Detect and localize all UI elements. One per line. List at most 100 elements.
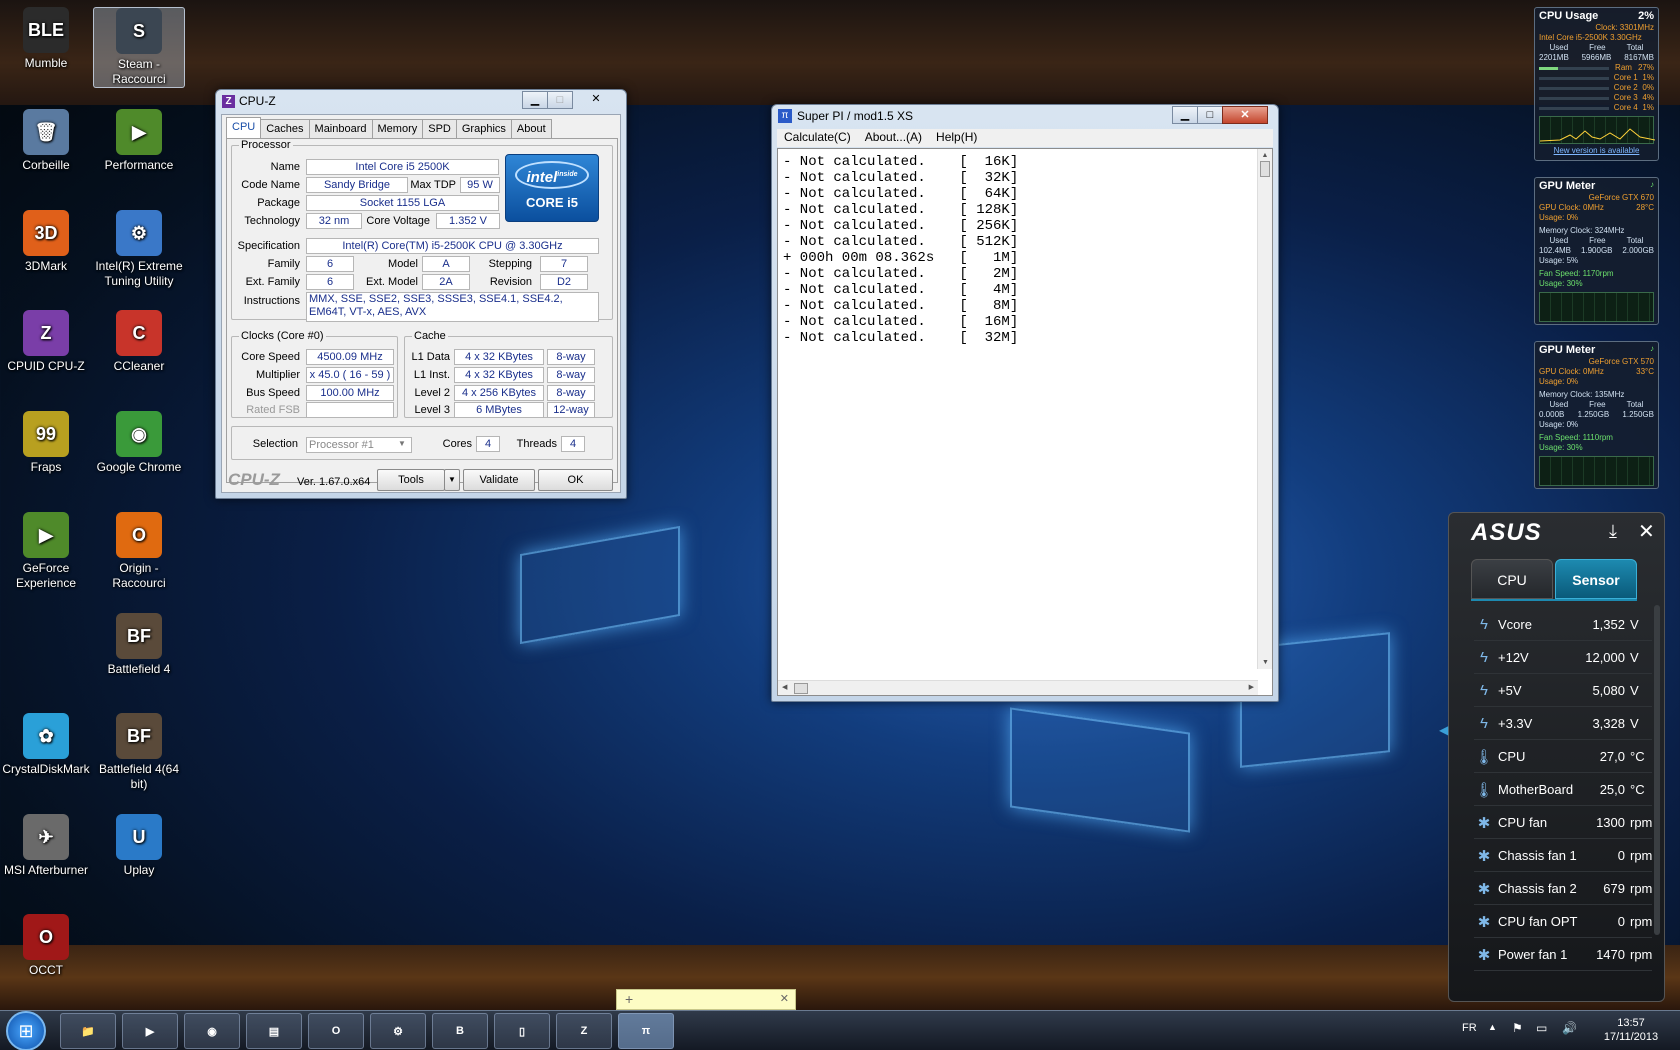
taskbar-mumble[interactable]: B (432, 1013, 488, 1049)
ok-button[interactable]: OK (538, 469, 613, 491)
download-icon[interactable]: ⤓ (1609, 521, 1617, 542)
sensor-value: 1,352 (1592, 617, 1625, 632)
sticky-note[interactable]: + ✕ (616, 989, 796, 1010)
desktop-icon-fraps[interactable]: 99 Fraps (0, 411, 92, 475)
sensor-row--5v: ϟ +5V 5,080 V (1474, 675, 1652, 707)
horizontal-scrollbar[interactable]: ◀ ▶ (778, 680, 1258, 695)
desktop-icon-msi-afterburner[interactable]: ✈ MSI Afterburner (0, 814, 92, 878)
desktop-icon-intel-r-extreme-tuning-utility[interactable]: ⚙ Intel(R) Extreme Tuning Utility (93, 210, 185, 289)
tab-memory[interactable]: Memory (371, 119, 424, 140)
core-name: Core 4 (1613, 103, 1638, 112)
tab-spd[interactable]: SPD (422, 119, 457, 140)
app-icon: U (116, 814, 162, 860)
tab-caches[interactable]: Caches (260, 119, 310, 140)
cpu-gadget-title: CPU Usage (1539, 10, 1599, 22)
taskbar-origin[interactable]: O (308, 1013, 364, 1049)
cpu-usage-value: 2% (1638, 10, 1654, 22)
taskbar-intel-xtu[interactable]: ⚙ (370, 1013, 426, 1049)
close-button[interactable]: ✕ (1222, 106, 1268, 124)
level3-ways: 12-way (547, 402, 595, 418)
desktop-icon-mumble[interactable]: BLE Mumble (0, 7, 92, 71)
menu-item-1[interactable]: About...(A) (858, 129, 929, 147)
asus-sensor-panel[interactable]: ASUS ⤓ ✕ CPU Sensor ϟ Vcore 1,352 Vϟ +12V 12,… (1439, 512, 1665, 1002)
tools-button[interactable]: Tools (377, 469, 445, 491)
minimize-button[interactable]: ▁ (522, 91, 548, 109)
scroll-thumb[interactable] (1260, 161, 1270, 177)
desktop-icon-performance[interactable]: ▶ Performance (93, 109, 185, 173)
desktop-icon-crystaldiskmark[interactable]: ✿ CrystalDiskMark (0, 713, 92, 777)
tray-volume-icon[interactable]: 🔊 (1562, 1021, 1577, 1035)
tab-about[interactable]: About (510, 119, 552, 140)
taskbar-super-pi[interactable]: π (618, 1013, 674, 1049)
menu-item-0[interactable]: Calculate(C) (777, 129, 858, 147)
scroll-up-arrow[interactable]: ▲ (1258, 152, 1272, 159)
desktop-icon-corbeille[interactable]: 🗑 Corbeille (0, 109, 92, 173)
scroll-left-arrow[interactable]: ◀ (782, 683, 787, 691)
taskbar-cpu-z[interactable]: Z (556, 1013, 612, 1049)
desktop-icon-cpuid-cpu-z[interactable]: Z CPUID CPU-Z (0, 310, 92, 374)
cpu-usage-gadget[interactable]: CPU Usage 2% Clock: 3301MHz Intel Core i… (1534, 7, 1659, 161)
core-bar (1539, 86, 1609, 90)
collapse-arrow-icon[interactable]: ◀ (1439, 723, 1448, 737)
close-icon[interactable]: ✕ (1638, 519, 1655, 544)
voltage-icon: ϟ (1480, 715, 1488, 732)
minimize-button[interactable]: ▁ (1172, 106, 1198, 124)
add-note-icon[interactable]: + (625, 991, 633, 1007)
close-button[interactable]: ✕ (572, 91, 620, 109)
tray-arrow-icon[interactable]: ▲ (1488, 1022, 1497, 1032)
tab-cpu[interactable]: CPU (1471, 559, 1553, 599)
chevron-down-icon[interactable]: ▼ (398, 439, 406, 448)
tray-flag-icon[interactable]: ⚑ (1512, 1021, 1523, 1035)
desktop-icon-battlefield-4-64-bit[interactable]: BF Battlefield 4(64 bit) (93, 713, 185, 792)
scroll-right-arrow[interactable]: ▶ (1249, 683, 1254, 691)
desktop-icon-google-chrome[interactable]: ◉ Google Chrome (93, 411, 185, 475)
desktop-icon-geforce-experience[interactable]: ▶ GeForce Experience (0, 512, 92, 591)
maximize-button[interactable]: □ (1197, 106, 1223, 124)
start-button[interactable]: ⊞ (6, 1011, 46, 1050)
desktop-icon-steam-raccourci[interactable]: S Steam - Raccourci (93, 7, 185, 88)
maximize-button[interactable]: □ (547, 91, 573, 109)
taskbar-app[interactable]: ▯ (494, 1013, 550, 1049)
gpu-meter-gadget-1[interactable]: GPU Meter ♪ GeForce GTX 670 GPU Clock: 0M… (1534, 177, 1659, 325)
tab-sensor[interactable]: Sensor (1555, 559, 1637, 599)
l1data-value: 4 x 32 KBytes (454, 349, 544, 365)
processor-select[interactable]: Processor #1 (306, 437, 412, 453)
taskbar-media-player[interactable]: ▶ (122, 1013, 178, 1049)
name-label: Name (270, 161, 300, 173)
taskbar-chrome[interactable]: ◉ (184, 1013, 240, 1049)
taskbar-sticky-notes[interactable]: ▤ (246, 1013, 302, 1049)
desktop-icon-origin-raccourci[interactable]: O Origin - Raccourci (93, 512, 185, 591)
tab-cpu[interactable]: CPU (226, 117, 262, 138)
gpu-meter-gadget-2[interactable]: GPU Meter ♪ GeForce GTX 570 GPU Clock: 0M… (1534, 341, 1659, 489)
desktop-icon-3dmark[interactable]: 3D 3DMark (0, 210, 92, 274)
music-note-icon: ♪ (1650, 180, 1654, 189)
tab-graphics[interactable]: Graphics (455, 119, 512, 140)
update-link[interactable]: New version is available (1539, 146, 1654, 156)
superpi-window[interactable]: π Super PI / mod1.5 XS ▁ □ ✕ Calculate(C… (771, 104, 1279, 702)
validate-button[interactable]: Validate (463, 469, 535, 491)
tray-language[interactable]: FR (1462, 1022, 1477, 1034)
vertical-scrollbar[interactable]: ▲ ▼ (1257, 149, 1272, 669)
tray-clock[interactable]: 13:57 17/11/2013 (1596, 1016, 1666, 1044)
level2-ways: 8-way (547, 385, 595, 401)
tray-display-icon[interactable]: ▭ (1536, 1021, 1547, 1035)
tab-mainboard[interactable]: Mainboard (308, 119, 373, 140)
desktop-icon-ccleaner[interactable]: C CCleaner (93, 310, 185, 374)
sensor-scrollbar[interactable] (1654, 605, 1660, 935)
close-note-icon[interactable]: ✕ (780, 992, 789, 1005)
cpuz-window[interactable]: Z CPU-Z ▁ □ ✕ CPU Caches Mainboard Memory SP… (215, 89, 627, 499)
hscroll-thumb[interactable] (794, 683, 808, 694)
desktop-icon-label: Mumble (24, 56, 68, 70)
asus-logo: ASUS (1471, 519, 1542, 546)
tools-dropdown-button[interactable]: ▼ (444, 469, 460, 491)
gpu2-mem-free: 1.250GB (1577, 410, 1610, 419)
menu-item-2[interactable]: Help(H) (929, 129, 984, 147)
sensor-unit: rpm (1630, 815, 1653, 830)
taskbar-explorer[interactable]: 📁 (60, 1013, 116, 1049)
scroll-down-arrow[interactable]: ▼ (1258, 659, 1273, 666)
gpu2-model: GeForce GTX 570 (1588, 357, 1654, 366)
desktop-icon-battlefield-4[interactable]: BF Battlefield 4 (93, 613, 185, 677)
desktop-icon-uplay[interactable]: U Uplay (93, 814, 185, 878)
desktop-icon-occt[interactable]: O OCCT (0, 914, 92, 978)
corespeed-value: 4500.09 MHz (306, 349, 394, 365)
